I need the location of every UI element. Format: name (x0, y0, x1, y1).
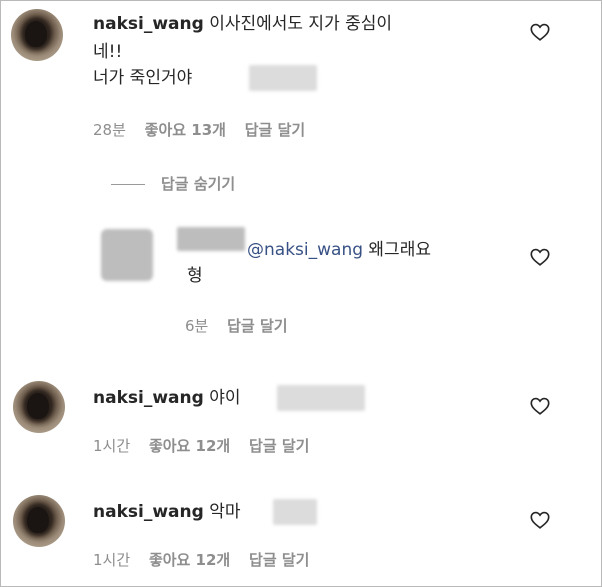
hide-replies-label: 답글 숨기기 (161, 175, 236, 193)
redacted-username (177, 227, 245, 251)
timestamp: 6분 (185, 317, 209, 335)
reply-button[interactable]: 답글 달기 (249, 551, 309, 569)
username[interactable]: naksi_wang (93, 14, 204, 34)
redacted-text (273, 499, 317, 525)
like-count[interactable]: 좋아요 12개 (149, 551, 230, 569)
reply-meta: 6분 답글 달기 (185, 315, 302, 336)
reply-button[interactable]: 답글 달기 (249, 437, 309, 455)
comment-text: naksi_wang 이사진에서도 지가 중심이 (93, 13, 392, 35)
reply-text: @naksi_wang 왜그래요 (247, 239, 431, 261)
hide-replies-button[interactable]: 답글 숨기기 (161, 173, 249, 194)
heart-outline-icon[interactable] (529, 509, 551, 531)
avatar[interactable] (11, 9, 63, 61)
redacted-text (277, 385, 365, 411)
comment-meta: 1시간 좋아요 12개 답글 달기 (93, 549, 323, 570)
timestamp: 28분 (93, 121, 126, 139)
like-count[interactable]: 좋아요 12개 (149, 437, 230, 455)
heart-outline-icon[interactable] (529, 246, 551, 268)
comment-body: 야이 (209, 388, 241, 408)
reply-button[interactable]: 답글 달기 (227, 317, 287, 335)
comment-text-line3: 너가 죽인거야 (93, 67, 192, 89)
avatar[interactable] (13, 381, 65, 433)
username[interactable]: naksi_wang (93, 388, 204, 408)
redacted-text (249, 65, 317, 91)
comment-body: 너가 죽인거야 (93, 68, 193, 88)
comment-body: 이사진에서도 지가 중심이 (209, 14, 393, 34)
comment-text: naksi_wang 악마 (93, 501, 240, 523)
comments-panel: naksi_wang 이사진에서도 지가 중심이 네!! 너가 죽인거야 28분… (0, 0, 602, 587)
like-count[interactable]: 좋아요 13개 (145, 121, 226, 139)
comment-body: 악마 (209, 502, 241, 522)
timestamp: 1시간 (93, 437, 131, 455)
comment-text-line2: 네!! (93, 42, 123, 62)
timestamp: 1시간 (93, 551, 131, 569)
mention-link[interactable]: @naksi_wang (247, 240, 363, 260)
redacted-avatar (101, 229, 153, 281)
comment-meta: 28분 좋아요 13개 답글 달기 (93, 119, 319, 140)
reply-button[interactable]: 답글 달기 (245, 121, 305, 139)
heart-outline-icon[interactable] (529, 21, 551, 43)
comment-meta: 1시간 좋아요 12개 답글 달기 (93, 435, 323, 456)
replies-divider (111, 184, 145, 185)
comment-text: naksi_wang 야이 (93, 387, 240, 409)
reply-body: 왜그래요 (368, 240, 431, 260)
username[interactable]: naksi_wang (93, 502, 204, 522)
avatar[interactable] (13, 495, 65, 547)
reply-text-line2: 형 (187, 266, 203, 286)
heart-outline-icon[interactable] (529, 395, 551, 417)
